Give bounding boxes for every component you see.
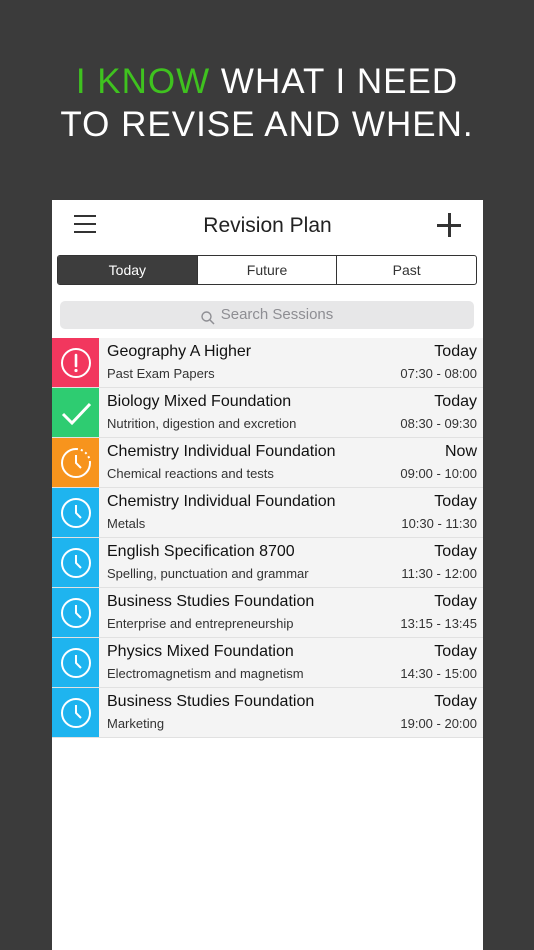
- session-time: 13:15 - 13:45: [400, 616, 477, 631]
- session-day: Now: [444, 443, 477, 460]
- page-title: Revision Plan: [203, 214, 332, 237]
- session-time: 10:30 - 11:30: [401, 516, 477, 531]
- plus-icon[interactable]: [437, 213, 461, 237]
- clock-icon: [60, 697, 92, 729]
- session-row[interactable]: Chemistry Individual Foundation Chemical …: [52, 438, 483, 488]
- session-topic: Electromagnetism and magnetism: [107, 666, 304, 681]
- session-row[interactable]: Biology Mixed Foundation Nutrition, diges…: [52, 388, 483, 438]
- status-badge: [52, 388, 99, 437]
- session-topic: Spelling, punctuation and grammar: [107, 566, 309, 581]
- search-icon: [201, 307, 215, 325]
- clock-icon: [60, 597, 92, 629]
- headline-line-1-rest: WHAT I NEED: [210, 62, 459, 101]
- search-placeholder: Search Sessions: [220, 306, 334, 323]
- session-title: Chemistry Individual Foundation: [107, 493, 336, 510]
- session-topic: Chemical reactions and tests: [107, 466, 274, 481]
- session-title: Business Studies Foundation: [107, 593, 315, 610]
- session-topic: Enterprise and entrepreneurship: [107, 616, 294, 631]
- session-day: Today: [434, 343, 477, 360]
- session-topic: Metals: [107, 516, 146, 531]
- headline-line-1: I KNOW WHAT I NEED: [0, 60, 534, 103]
- navigation-bar: Revision Plan: [52, 200, 483, 252]
- clock-icon: [60, 547, 92, 579]
- session-title: Business Studies Foundation: [107, 693, 315, 710]
- status-badge: [52, 338, 99, 387]
- session-day: Today: [434, 493, 477, 510]
- session-day: Today: [434, 693, 477, 710]
- status-badge: [52, 638, 99, 687]
- check-icon: [60, 397, 92, 429]
- session-time: 11:30 - 12:00: [401, 566, 477, 581]
- session-row[interactable]: Physics Mixed Foundation Electromagnetism…: [52, 638, 483, 688]
- session-title: Geography A Higher: [107, 343, 252, 360]
- session-day: Today: [434, 393, 477, 410]
- tab-today[interactable]: Today: [58, 256, 197, 284]
- tab-switcher: Today Future Past: [57, 255, 477, 285]
- session-row[interactable]: Business Studies Foundation Enterprise an…: [52, 588, 483, 638]
- session-topic: Past Exam Papers: [107, 366, 215, 381]
- session-day: Today: [434, 643, 477, 660]
- session-topic: Marketing: [107, 716, 165, 731]
- headline-line-2: TO REVISE AND WHEN.: [60, 105, 474, 144]
- session-topic: Nutrition, digestion and excretion: [107, 416, 297, 431]
- session-time: 14:30 - 15:00: [400, 666, 477, 681]
- status-badge: [52, 688, 99, 737]
- search-input[interactable]: Search Sessions: [60, 301, 474, 329]
- session-title: Biology Mixed Foundation: [107, 393, 292, 410]
- session-time: 09:00 - 10:00: [400, 466, 477, 481]
- clock-progress-icon: [60, 447, 92, 479]
- status-badge: [52, 538, 99, 587]
- clock-icon: [60, 497, 92, 529]
- status-badge: [52, 588, 99, 637]
- session-title: Physics Mixed Foundation: [107, 643, 294, 660]
- session-time: 19:00 - 20:00: [400, 716, 477, 731]
- clock-icon: [60, 647, 92, 679]
- app-screen: Revision Plan Today Future Past Search S…: [52, 200, 483, 950]
- status-badge: [52, 438, 99, 487]
- marketing-headline: I KNOW WHAT I NEED TO REVISE AND WHEN.: [0, 60, 534, 146]
- session-row[interactable]: Chemistry Individual Foundation Metals Tod…: [52, 488, 483, 538]
- session-row[interactable]: Business Studies Foundation Marketing Toda…: [52, 688, 483, 738]
- session-title: Chemistry Individual Foundation: [107, 443, 336, 460]
- tab-past[interactable]: Past: [336, 256, 476, 284]
- headline-highlight: I KNOW: [75, 62, 211, 101]
- tab-future[interactable]: Future: [196, 256, 337, 284]
- session-row[interactable]: Geography A Higher Past Exam Papers Today 0…: [52, 338, 483, 388]
- session-time: 07:30 - 08:00: [400, 366, 477, 381]
- session-time: 08:30 - 09:30: [400, 416, 477, 431]
- session-row[interactable]: English Specification 8700 Spelling, punc…: [52, 538, 483, 588]
- session-day: Today: [434, 593, 477, 610]
- status-badge: [52, 488, 99, 537]
- session-title: English Specification 8700: [107, 543, 295, 560]
- session-day: Today: [434, 543, 477, 560]
- alert-icon: [60, 347, 92, 379]
- session-list: Geography A Higher Past Exam Papers Today 0…: [52, 338, 483, 738]
